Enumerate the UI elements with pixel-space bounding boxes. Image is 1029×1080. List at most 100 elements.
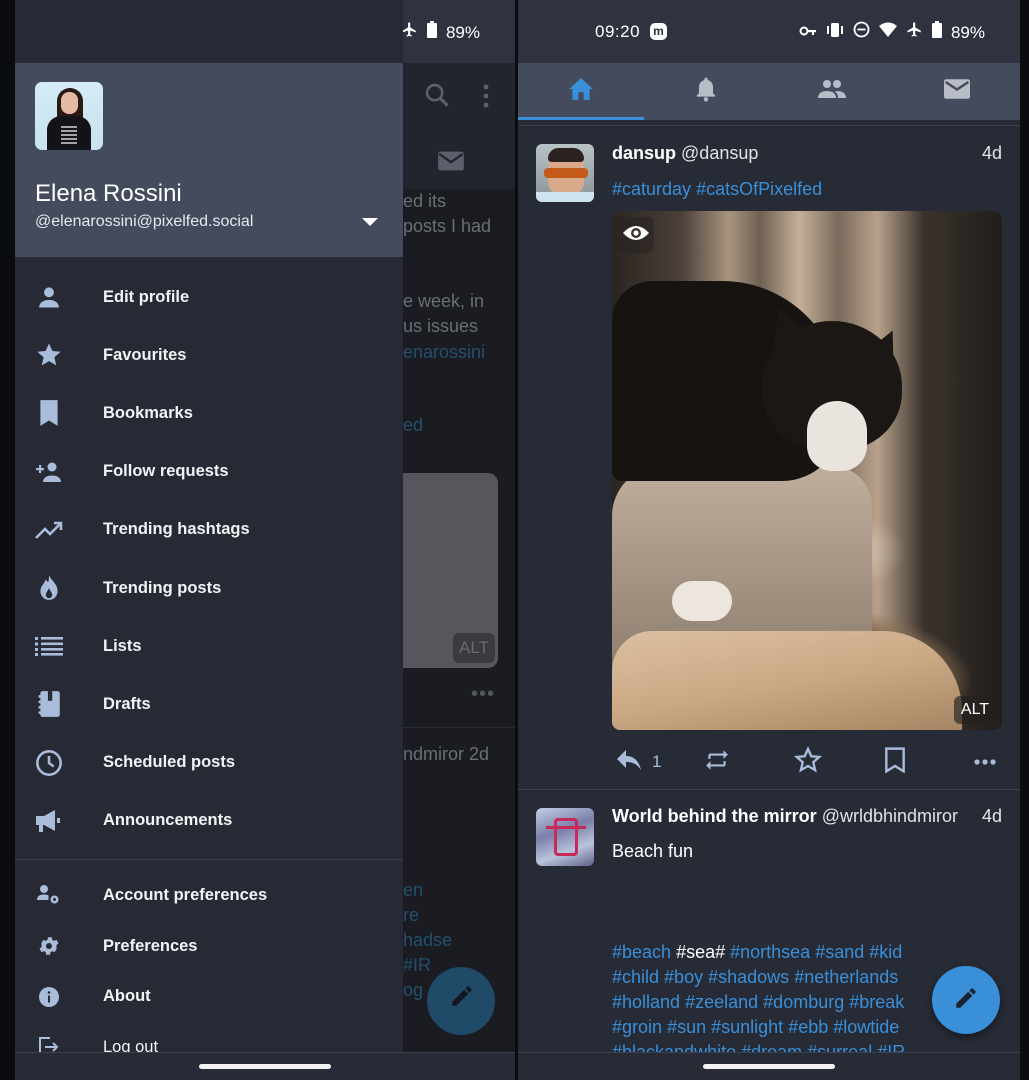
tab-notifications[interactable] xyxy=(644,63,770,120)
post-author-handle[interactable]: @dansup xyxy=(681,143,758,163)
hashtag-link[interactable]: #domburg xyxy=(763,992,844,1012)
bg-link: enarossini xyxy=(403,342,486,362)
menu-item-label: Drafts xyxy=(103,694,151,713)
bg-text: e week, in xyxy=(403,291,485,311)
post-timestamp: 4d xyxy=(981,806,1002,826)
hashtag-link[interactable]: #kid xyxy=(869,942,902,962)
home-icon xyxy=(568,77,594,106)
reply-button[interactable]: 1 xyxy=(616,746,661,778)
toggle-sensitive-visibility-button[interactable] xyxy=(618,217,654,253)
status-time: 09:20 xyxy=(595,22,641,41)
menu-item-preferences[interactable]: Preferences xyxy=(15,921,403,972)
post-author-avatar[interactable] xyxy=(536,808,594,866)
bookmark-button[interactable] xyxy=(884,746,906,778)
airplane-mode-icon xyxy=(906,21,923,44)
list-icon xyxy=(35,632,63,660)
post-media-image[interactable]: ALT xyxy=(612,211,1002,730)
gesture-navigation-bar xyxy=(518,1052,1020,1080)
menu-item-label: Account preferences xyxy=(103,885,268,904)
star-icon xyxy=(35,341,63,369)
tabs-divider xyxy=(518,120,1020,126)
more-options-button[interactable] xyxy=(974,746,996,778)
mastodon-icon: m xyxy=(650,23,667,40)
post-hashtags: #caturday #catsOfPixelfed xyxy=(612,179,822,200)
bell-icon xyxy=(695,76,717,107)
account-switch-dropdown-icon[interactable] xyxy=(362,218,378,226)
menu-item-label: Favourites xyxy=(103,345,187,364)
alt-text-badge[interactable]: ALT xyxy=(954,696,996,724)
right-phone-screen: 09:20 m 89% dansup @dansup 4d #caturday … xyxy=(518,0,1020,1080)
menu-item-trending-posts[interactable]: Trending posts xyxy=(15,559,403,617)
vibrate-icon xyxy=(826,22,844,44)
hashtag-link[interactable]: #beach xyxy=(612,942,671,962)
menu-item-announcements[interactable]: Announcements xyxy=(15,792,403,850)
star-outline-icon xyxy=(793,745,823,779)
notebook-icon xyxy=(35,690,63,718)
tab-direct-messages[interactable] xyxy=(895,63,1021,120)
menu-item-lists[interactable]: Lists xyxy=(15,617,403,675)
post-header: dansup @dansup 4d xyxy=(612,143,1002,164)
menu-item-bookmarks[interactable]: Bookmarks xyxy=(15,384,403,442)
home-gesture-handle[interactable] xyxy=(703,1064,835,1069)
hashtag-link[interactable]: #boy xyxy=(664,967,703,987)
menu-item-trending-hashtags[interactable]: Trending hashtags xyxy=(15,501,403,559)
bg-link: re xyxy=(403,905,420,925)
hashtag-line: #holland #zeeland #domburg #break xyxy=(612,990,942,1015)
post-divider xyxy=(518,789,1020,790)
menu-item-scheduled-posts[interactable]: Scheduled posts xyxy=(15,734,403,792)
home-gesture-handle[interactable] xyxy=(199,1064,331,1069)
battery-percent: 89% xyxy=(950,22,985,42)
hashtag-link[interactable]: #lowtide xyxy=(833,1017,899,1037)
hashtag-link[interactable]: #zeeland xyxy=(685,992,758,1012)
profile-avatar[interactable] xyxy=(35,82,103,150)
post-hashtags: #beach #sea# #northsea #sand #kid #child … xyxy=(612,940,942,1065)
bg-link: ed xyxy=(403,415,424,435)
hashtag-link[interactable]: #holland xyxy=(612,992,680,1012)
hashtag-text: #sea# xyxy=(676,942,726,962)
hashtag-link[interactable]: #northsea xyxy=(730,942,810,962)
post-author-name[interactable]: dansup xyxy=(612,143,676,163)
navigation-drawer: Elena Rossini @elenarossini@pixelfed.soc… xyxy=(15,0,403,1080)
hashtag-link[interactable]: #ebb xyxy=(788,1017,828,1037)
hashtag-link[interactable]: #netherlands xyxy=(794,967,898,987)
tab-home[interactable] xyxy=(518,63,644,120)
post-author-handle[interactable]: @wrldbhindmiror xyxy=(822,806,958,826)
menu-item-favourites[interactable]: Favourites xyxy=(15,326,403,384)
menu-item-drafts[interactable]: Drafts xyxy=(15,675,403,733)
menu-item-about[interactable]: About xyxy=(15,971,403,1022)
menu-item-label: Preferences xyxy=(103,936,198,955)
profile-name: Elena Rossini xyxy=(35,180,182,207)
hashtag-link[interactable]: #sand xyxy=(815,942,864,962)
gesture-navigation-bar xyxy=(15,1052,515,1080)
reply-count: 1 xyxy=(652,752,662,771)
battery-icon xyxy=(931,21,942,44)
reply-icon xyxy=(616,749,642,776)
drawer-divider xyxy=(15,859,403,860)
hashtag-link[interactable]: #break xyxy=(849,992,904,1012)
profile-handle: @elenarossini@pixelfed.social xyxy=(35,213,254,230)
vpn-key-icon xyxy=(799,23,817,43)
timeline-tabs xyxy=(518,63,1020,120)
megaphone-icon xyxy=(35,807,63,835)
hashtag-link[interactable]: #caturday xyxy=(612,179,691,199)
menu-item-follow-requests[interactable]: Follow requests xyxy=(15,443,403,501)
drawer-profile-header[interactable]: Elena Rossini @elenarossini@pixelfed.soc… xyxy=(15,63,403,257)
hashtag-link[interactable]: #catsOfPixelfed xyxy=(696,179,822,199)
post-author-avatar[interactable] xyxy=(536,144,594,202)
hashtag-link[interactable]: #shadows xyxy=(708,967,789,987)
tab-local[interactable] xyxy=(769,63,895,120)
hashtag-line: #beach #sea# #northsea #sand #kid xyxy=(612,940,942,965)
hashtag-link[interactable]: #groin xyxy=(612,1017,662,1037)
favourite-button[interactable] xyxy=(793,745,823,779)
boost-button[interactable] xyxy=(704,746,730,778)
compose-button[interactable] xyxy=(932,966,1000,1034)
hashtag-link[interactable]: #child xyxy=(612,967,659,987)
menu-item-account-preferences[interactable]: Account preferences xyxy=(15,870,403,921)
hashtag-link[interactable]: #sun xyxy=(667,1017,706,1037)
menu-item-edit-profile[interactable]: Edit profile xyxy=(15,268,403,326)
hashtag-link[interactable]: #sunlight xyxy=(711,1017,783,1037)
menu-item-label: Trending posts xyxy=(103,578,222,597)
bg-link: #IR xyxy=(403,955,432,975)
bg-more-icon: ••• xyxy=(471,683,496,705)
post-author-name[interactable]: World behind the mirror xyxy=(612,806,817,826)
